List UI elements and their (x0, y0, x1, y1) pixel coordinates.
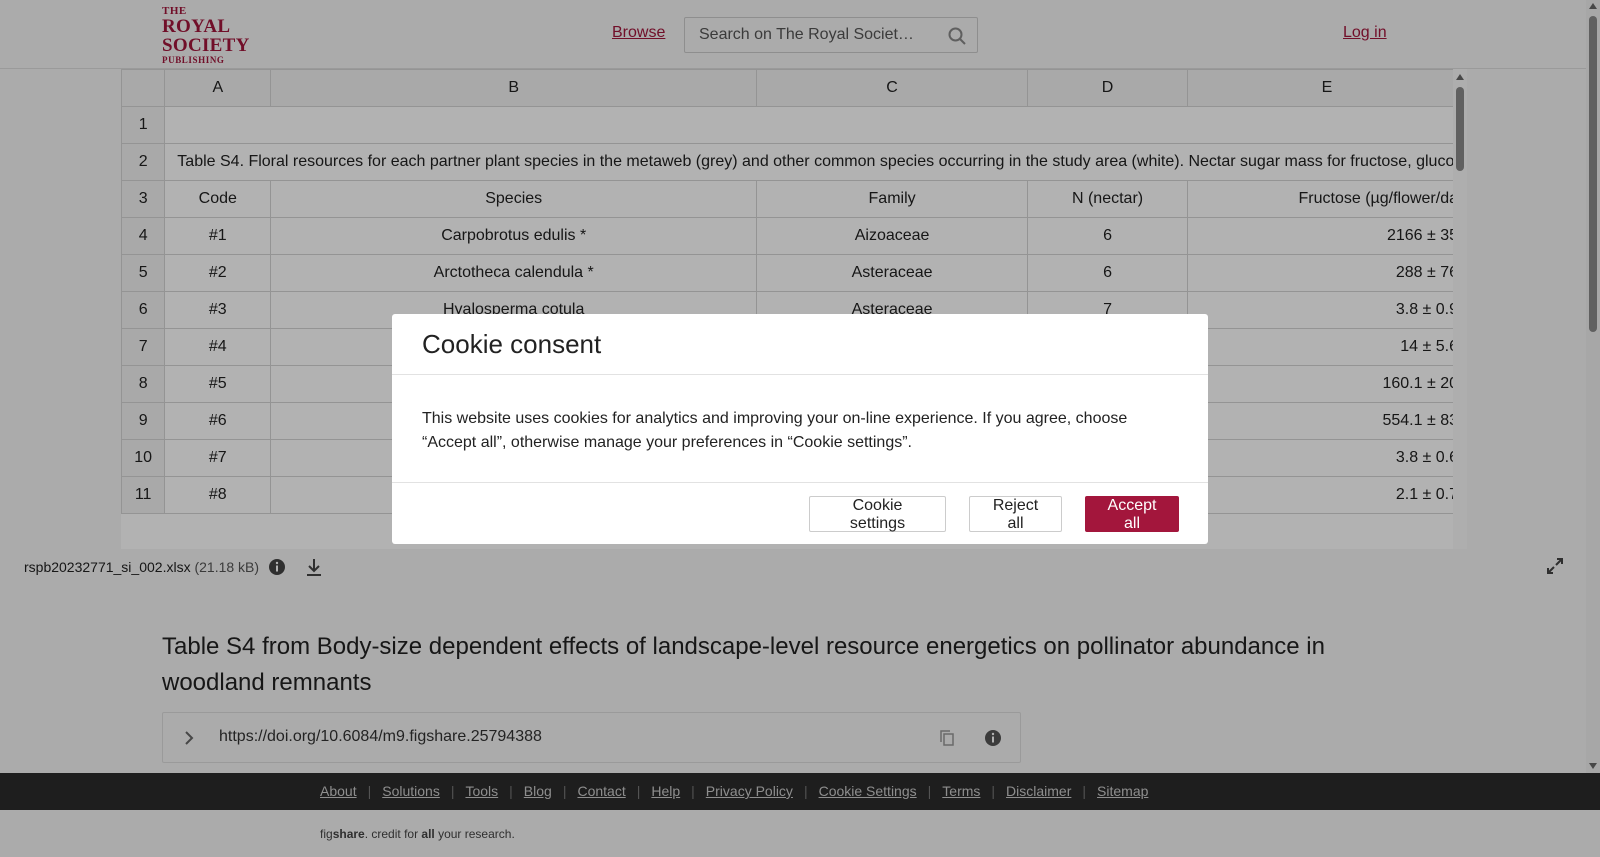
cookie-dialog-footer: Cookie settings Reject all Accept all (392, 483, 1208, 543)
accept-all-button[interactable]: Accept all (1085, 496, 1179, 532)
cookie-dialog-title: Cookie consent (422, 329, 602, 359)
cookie-settings-button[interactable]: Cookie settings (809, 496, 946, 532)
cookie-dialog-header: Cookie consent (392, 314, 1208, 375)
reject-all-button[interactable]: Reject all (969, 496, 1062, 532)
cookie-dialog-body: This website uses cookies for analytics … (392, 375, 1208, 483)
cookie-consent-dialog: Cookie consent This website uses cookies… (392, 314, 1208, 544)
